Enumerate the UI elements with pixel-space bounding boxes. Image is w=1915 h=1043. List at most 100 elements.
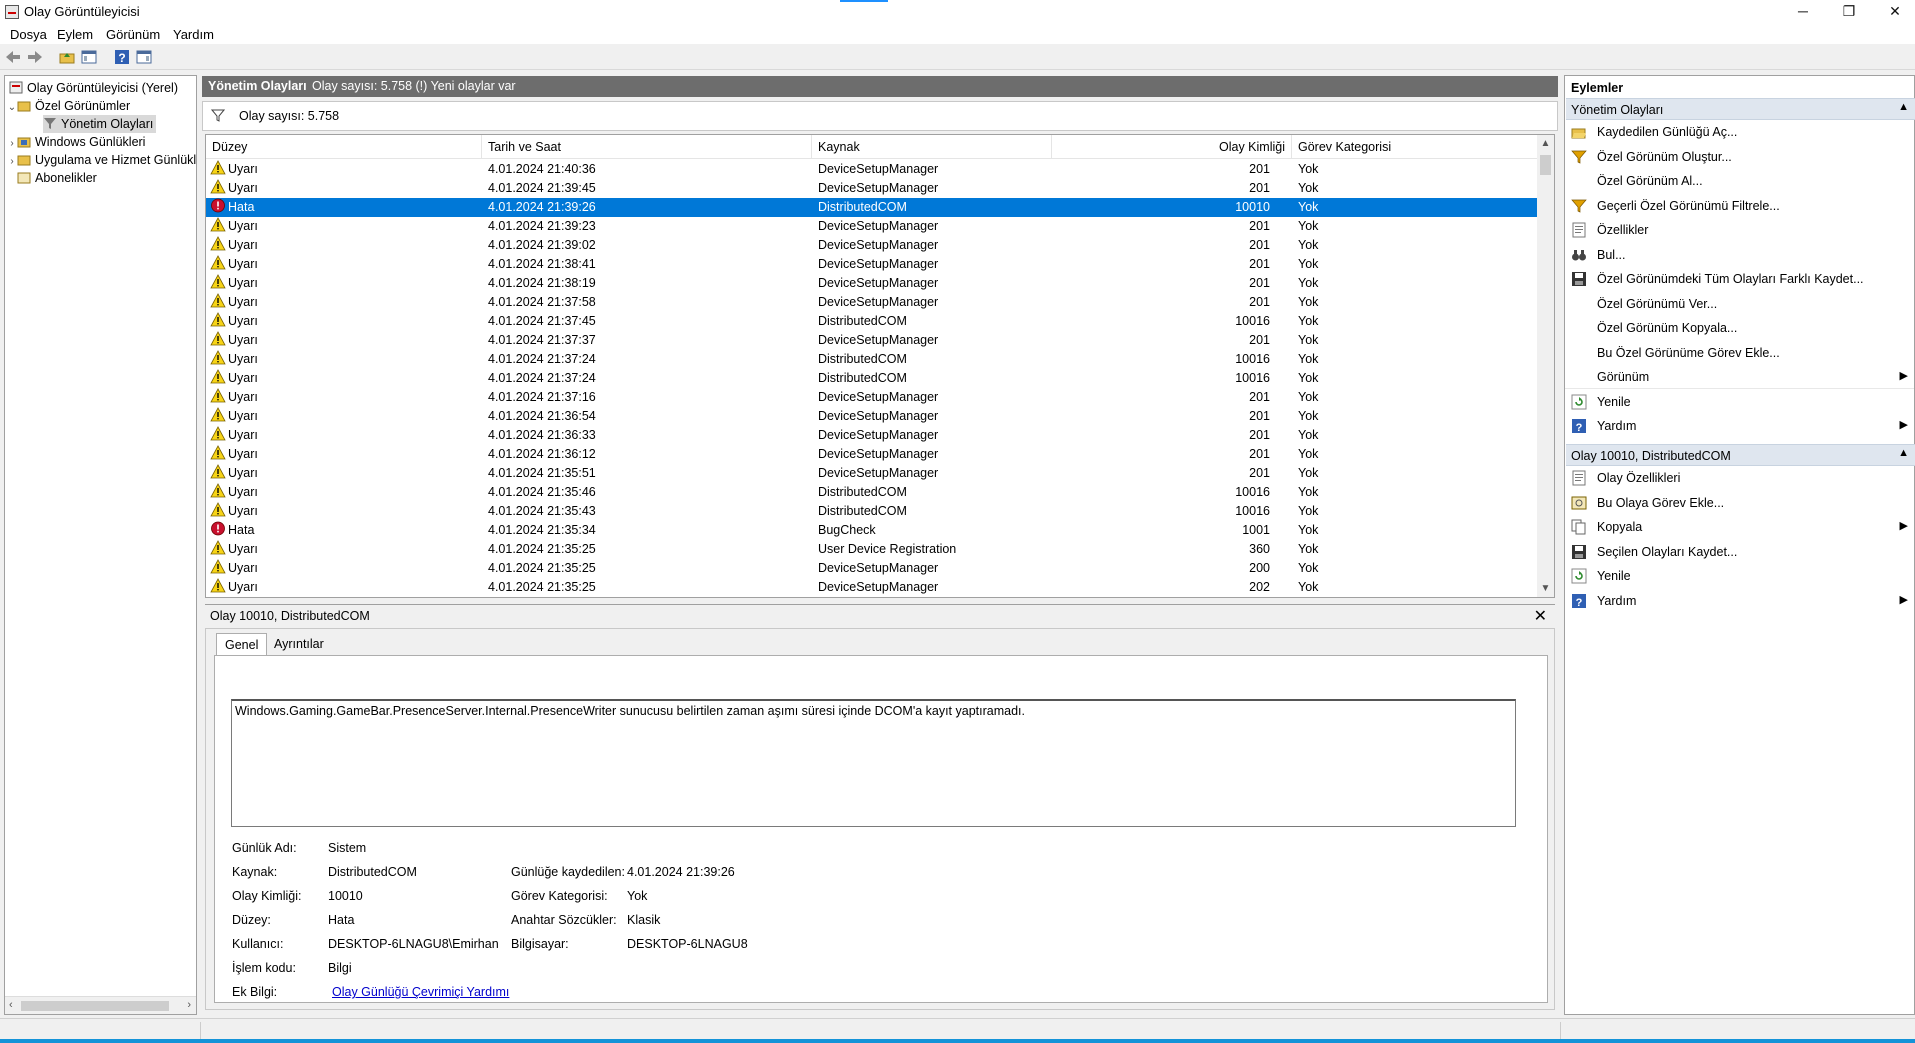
action-item[interactable]: Olay Özellikleri (1565, 466, 1914, 490)
action-item[interactable]: Özel Görünümdeki Tüm Olayları Farklı Kay… (1565, 267, 1914, 291)
action-item[interactable]: Kaydedilen Günlüğü Aç... (1565, 120, 1914, 144)
action-item[interactable]: Özellikler (1565, 218, 1914, 242)
table-row[interactable]: Uyarı 4.01.2024 21:40:36 DeviceSetupManage… (206, 160, 1538, 179)
tree-windows-logs[interactable]: › Windows Günlükleri (5, 133, 196, 151)
tree-subscriptions[interactable]: Abonelikler (5, 169, 196, 187)
show-hide-action-pane-icon[interactable] (135, 48, 153, 66)
table-row[interactable]: Uyarı 4.01.2024 21:39:45 DeviceSetupManage… (206, 179, 1538, 198)
up-folder-icon[interactable] (58, 48, 76, 66)
source-value[interactable]: DistributedCOM (328, 865, 417, 879)
error-icon (210, 521, 226, 536)
user-label: Kullanıcı: (232, 937, 284, 951)
table-row[interactable]: Uyarı 4.01.2024 21:37:16 DeviceSetupManage… (206, 388, 1538, 407)
close-icon[interactable]: ✕ (1534, 606, 1547, 626)
user-value[interactable]: DESKTOP-6LNAGU8\Emirhan (328, 937, 499, 951)
table-row[interactable]: Uyarı 4.01.2024 21:35:25 DeviceSetupManage… (206, 559, 1538, 578)
logged-value[interactable]: 4.01.2024 21:39:26 (627, 865, 735, 879)
action-item[interactable]: Seçilen Olayları Kaydet... (1565, 540, 1914, 564)
column-source[interactable]: Kaynak (812, 135, 1052, 159)
task-category-value[interactable]: Yok (627, 889, 647, 903)
table-row[interactable]: Uyarı 4.01.2024 21:38:41 DeviceSetupManage… (206, 255, 1538, 274)
opcode-value[interactable]: Bilgi (328, 961, 352, 975)
table-row[interactable]: Uyarı 4.01.2024 21:37:24 DistributedCOM 100… (206, 369, 1538, 388)
column-level[interactable]: Düzey (206, 135, 482, 159)
action-item[interactable]: Yenile (1565, 564, 1914, 588)
scrollbar-thumb[interactable] (21, 1001, 169, 1011)
table-row[interactable]: Uyarı 4.01.2024 21:35:25 DeviceSetupManage… (206, 578, 1538, 597)
action-item[interactable]: ? Yardım ▶ (1565, 589, 1914, 613)
section-admin-events[interactable]: Yönetim Olayları ▲ (1566, 98, 1915, 120)
show-hide-tree-icon[interactable] (80, 48, 98, 66)
table-row[interactable]: Uyarı 4.01.2024 21:37:24 DistributedCOM 100… (206, 350, 1538, 369)
table-row[interactable]: Uyarı 4.01.2024 21:36:33 DeviceSetupManage… (206, 426, 1538, 445)
action-item[interactable]: Özel Görünüm Oluştur... (1565, 145, 1914, 169)
menu-view[interactable]: Görünüm (106, 27, 160, 42)
back-arrow-icon[interactable] (4, 48, 22, 66)
scrollbar-thumb[interactable] (1540, 155, 1551, 175)
menu-action[interactable]: Eylem (57, 27, 93, 42)
scroll-left-icon[interactable]: ‹ (9, 999, 13, 1011)
table-row[interactable]: Uyarı 4.01.2024 21:38:19 DeviceSetupManage… (206, 274, 1538, 293)
expand-chevron-icon[interactable]: › (7, 153, 17, 171)
section-selected-event[interactable]: Olay 10010, DistributedCOM ▲ (1566, 444, 1915, 466)
table-row[interactable]: Uyarı 4.01.2024 21:37:58 DeviceSetupManage… (206, 293, 1538, 312)
scroll-down-icon[interactable]: ▼ (1537, 580, 1554, 597)
collapse-chevron-icon[interactable]: ⌄ (7, 99, 17, 117)
action-item[interactable]: ? Yardım ▶ (1565, 414, 1914, 438)
table-row[interactable]: Uyarı 4.01.2024 21:37:37 DeviceSetupManage… (206, 331, 1538, 350)
collapse-arrow-icon[interactable]: ▲ (1898, 101, 1909, 113)
column-task-category[interactable]: Görev Kategorisi (1292, 135, 1538, 159)
level-value[interactable]: Hata (328, 913, 354, 927)
tree-root[interactable]: Olay Görüntüleyicisi (Yerel) (5, 79, 196, 97)
column-datetime[interactable]: Tarih ve Saat (482, 135, 812, 159)
minimize-button[interactable]: ─ (1780, 0, 1826, 22)
column-event-id[interactable]: Olay Kimliği (1052, 135, 1292, 159)
close-button[interactable]: ✕ (1872, 0, 1915, 22)
table-row[interactable]: Uyarı 4.01.2024 21:35:51 DeviceSetupManage… (206, 464, 1538, 483)
tab-details[interactable]: Ayrıntılar (266, 633, 332, 655)
action-item[interactable]: Özel Görünümü Ver... (1565, 292, 1914, 316)
tree-admin-events[interactable]: Yönetim Olayları (5, 115, 196, 133)
event-list-vertical-scrollbar[interactable]: ▲ ▼ (1537, 135, 1554, 597)
table-row[interactable]: Uyarı 4.01.2024 21:39:23 DeviceSetupManage… (206, 217, 1538, 236)
table-row[interactable]: Hata 4.01.2024 21:35:34 BugCheck 1001 Yok (206, 521, 1538, 540)
restore-button[interactable]: ❐ (1826, 0, 1872, 22)
menu-file[interactable]: Dosya (10, 27, 47, 42)
table-row[interactable]: Uyarı 4.01.2024 21:39:02 DeviceSetupManage… (206, 236, 1538, 255)
table-row[interactable]: Uyarı 4.01.2024 21:36:12 DeviceSetupManage… (206, 445, 1538, 464)
menu-help[interactable]: Yardım (173, 27, 214, 42)
online-help-link[interactable]: Olay Günlüğü Çevrimiçi Yardımı (332, 985, 509, 999)
log-name-value[interactable]: Sistem (328, 841, 366, 855)
action-item[interactable]: Geçerli Özel Görünümü Filtrele... (1565, 194, 1914, 218)
table-row[interactable]: Uyarı 4.01.2024 21:36:54 DeviceSetupManage… (206, 407, 1538, 426)
table-row[interactable]: Uyarı 4.01.2024 21:37:45 DistributedCOM 100… (206, 312, 1538, 331)
computer-value[interactable]: DESKTOP-6LNAGU8 (627, 937, 748, 951)
table-row[interactable]: Uyarı 4.01.2024 21:35:25 User Device Regis… (206, 540, 1538, 559)
action-item[interactable]: Özel Görünüm Kopyala... (1565, 316, 1914, 340)
keywords-value[interactable]: Klasik (627, 913, 660, 927)
table-row[interactable]: Uyarı 4.01.2024 21:35:43 DistributedCOM 100… (206, 502, 1538, 521)
action-item[interactable]: Bu Özel Görünüme Görev Ekle... (1565, 341, 1914, 365)
collapse-arrow-icon[interactable]: ▲ (1898, 447, 1909, 459)
action-item[interactable]: Bu Olaya Görev Ekle... (1565, 491, 1914, 515)
scroll-right-icon[interactable]: › (187, 999, 191, 1011)
action-item[interactable]: Bul... (1565, 243, 1914, 267)
forward-arrow-icon[interactable] (26, 48, 44, 66)
warning-icon (210, 502, 226, 517)
action-item[interactable]: Yenile (1565, 390, 1914, 414)
table-row[interactable]: Uyarı 4.01.2024 21:35:46 DistributedCOM 100… (206, 483, 1538, 502)
tree-custom-views[interactable]: ⌄ Özel Görünümler (5, 97, 196, 115)
tree-app-service-logs[interactable]: › Uygulama ve Hizmet Günlükl (5, 151, 196, 169)
cell-level: Hata (228, 200, 255, 214)
action-item[interactable]: Kopyala ▶ (1565, 515, 1914, 539)
event-id-value[interactable]: 10010 (328, 889, 363, 903)
scroll-up-icon[interactable]: ▲ (1537, 135, 1554, 152)
help-toolbar-icon[interactable]: ? (113, 48, 131, 66)
cell-level: Uyarı (228, 466, 258, 480)
action-item[interactable]: Görünüm ▶ (1565, 365, 1914, 389)
event-description[interactable]: Windows.Gaming.GameBar.PresenceServer.In… (231, 699, 1516, 827)
tab-general[interactable]: Genel (216, 633, 268, 655)
tree-horizontal-scrollbar[interactable]: ‹ › (5, 996, 196, 1014)
action-item[interactable]: Özel Görünüm Al... (1565, 169, 1914, 193)
table-row[interactable]: Hata 4.01.2024 21:39:26 DistributedCOM 1001… (206, 198, 1538, 217)
